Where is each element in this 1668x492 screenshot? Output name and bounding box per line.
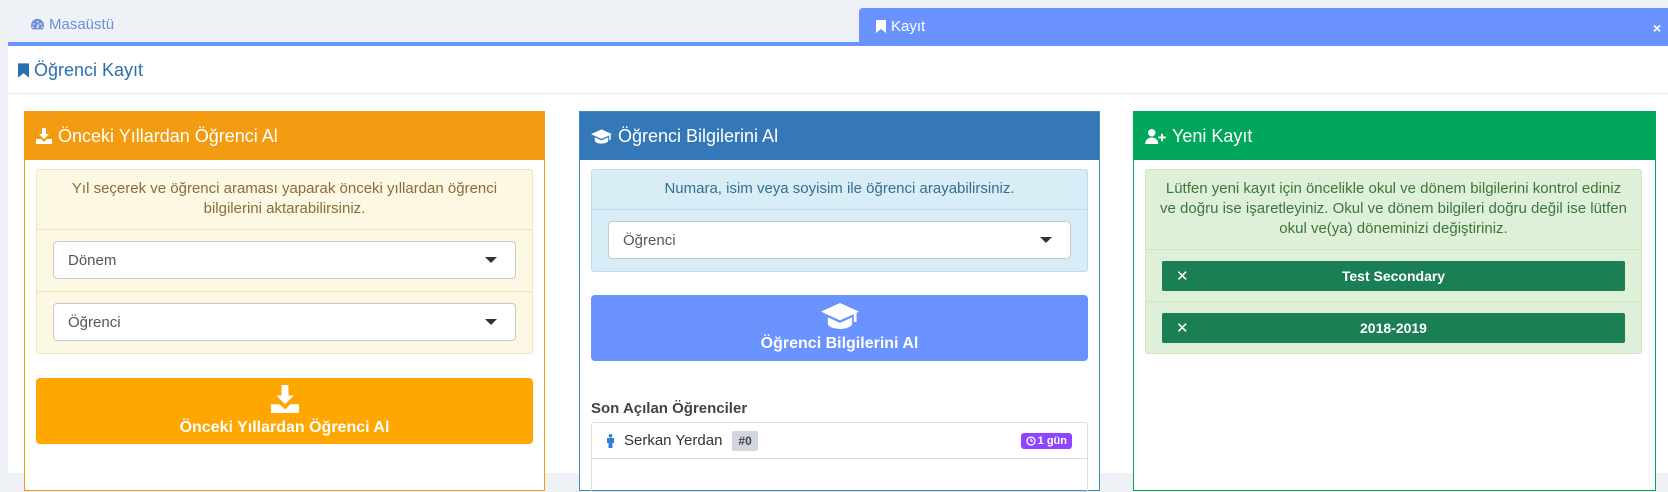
main-content: Öğrenci Kayıt Önceki Yıllardan Öğrenci A… xyxy=(8,46,1668,492)
previous-term-row: Dönem xyxy=(37,229,532,291)
page-title: Öğrenci Kayıt xyxy=(18,60,143,81)
info-student-row: Öğrenci xyxy=(592,209,1087,271)
bookmark-icon xyxy=(18,63,29,78)
caret-down-icon xyxy=(485,257,497,263)
download-icon xyxy=(270,385,299,413)
panel-info-title: Öğrenci Bilgilerini Al xyxy=(618,125,779,146)
panel-info-header: Öğrenci Bilgilerini Al xyxy=(580,112,1099,160)
tab-home-label: Masaüstü xyxy=(49,16,115,33)
divider xyxy=(8,93,1668,94)
panel-student-info: Öğrenci Bilgilerini Al Numara, isim veya… xyxy=(579,111,1100,492)
panel-previous-header: Önceki Yıllardan Öğrenci Al xyxy=(25,112,544,160)
close-icon[interactable]: × xyxy=(1653,20,1661,36)
bookmark-icon xyxy=(876,20,886,33)
previous-info-box: Yıl seçerek ve öğrenci araması yaparak ö… xyxy=(36,169,533,354)
time-badge: 1 gün xyxy=(1020,433,1072,449)
recent-students-title: Son Açılan Öğrenciler xyxy=(591,400,748,417)
info-search-message: Numara, isim veya soyisim ile öğrenci ar… xyxy=(664,180,1015,197)
school-toggle[interactable]: ✕ Test Secondary xyxy=(1162,261,1625,291)
dashboard-icon xyxy=(31,18,44,30)
previous-import-label: Önceki Yıllardan Öğrenci Al xyxy=(179,419,390,436)
previous-info-message: Yıl seçerek ve öğrenci araması yaparak ö… xyxy=(71,180,498,217)
term-toggle[interactable]: ✕ 2018-2019 xyxy=(1162,313,1625,343)
info-search-box: Numara, isim veya soyisim ile öğrenci ar… xyxy=(591,169,1088,272)
caret-down-icon xyxy=(485,319,497,325)
get-student-info-label: Öğrenci Bilgilerini Al xyxy=(760,335,919,352)
tab-bar: Masaüstü Kayıt × xyxy=(0,0,1668,46)
close-icon: ✕ xyxy=(1176,268,1189,285)
user-plus-icon xyxy=(1145,128,1166,144)
panel-new-title: Yeni Kayıt xyxy=(1172,125,1253,146)
panel-new-header: Yeni Kayıt xyxy=(1134,112,1655,160)
new-registration-box: Lütfen yeni kayıt için öncelikle okul ve… xyxy=(1145,169,1642,354)
school-name: Test Secondary xyxy=(1341,268,1446,284)
get-student-info-button[interactable]: Öğrenci Bilgilerini Al xyxy=(591,295,1088,361)
list-item[interactable]: Serkan Yerdan #0 1 gün xyxy=(592,423,1087,459)
term-select[interactable]: Dönem xyxy=(53,241,516,279)
clock-icon xyxy=(1026,436,1036,446)
time-badge-text: 1 gün xyxy=(1037,435,1067,447)
panel-previous-years: Önceki Yıllardan Öğrenci Al Yıl seçerek … xyxy=(24,111,545,491)
previous-student-select[interactable]: Öğrenci xyxy=(53,303,516,341)
tab-home[interactable]: Masaüstü xyxy=(30,16,114,33)
previous-student-row: Öğrenci xyxy=(37,291,532,353)
previous-import-button[interactable]: Önceki Yıllardan Öğrenci Al xyxy=(36,378,533,444)
caret-down-icon xyxy=(1040,237,1052,243)
school-row: ✕ Test Secondary xyxy=(1146,249,1641,301)
panel-previous-title: Önceki Yıllardan Öğrenci Al xyxy=(58,125,278,146)
graduation-cap-icon xyxy=(591,128,612,144)
close-icon: ✕ xyxy=(1176,320,1189,337)
download-icon xyxy=(36,128,52,144)
tab-kayit[interactable]: Kayıt × xyxy=(859,8,1668,45)
tab-kayit-label: Kayıt xyxy=(891,18,926,35)
panel-new-registration: Yeni Kayıt Lütfen yeni kayıt için önceli… xyxy=(1133,111,1656,491)
info-student-select[interactable]: Öğrenci xyxy=(608,221,1071,259)
recent-student-name: Serkan Yerdan xyxy=(624,432,723,449)
recent-students-list: Serkan Yerdan #0 1 gün xyxy=(591,422,1088,492)
term-name: 2018-2019 xyxy=(1360,320,1427,336)
new-registration-message: Lütfen yeni kayıt için öncelikle okul ve… xyxy=(1160,180,1627,237)
page-title-text: Öğrenci Kayıt xyxy=(34,60,144,80)
student-number-badge: #0 xyxy=(732,430,758,451)
term-row: ✕ 2018-2019 xyxy=(1146,301,1641,353)
graduation-cap-icon xyxy=(820,303,859,329)
term-select-value: Dönem xyxy=(68,251,117,269)
male-icon xyxy=(607,433,614,448)
info-student-select-value: Öğrenci xyxy=(623,231,676,249)
previous-student-select-value: Öğrenci xyxy=(68,313,121,331)
